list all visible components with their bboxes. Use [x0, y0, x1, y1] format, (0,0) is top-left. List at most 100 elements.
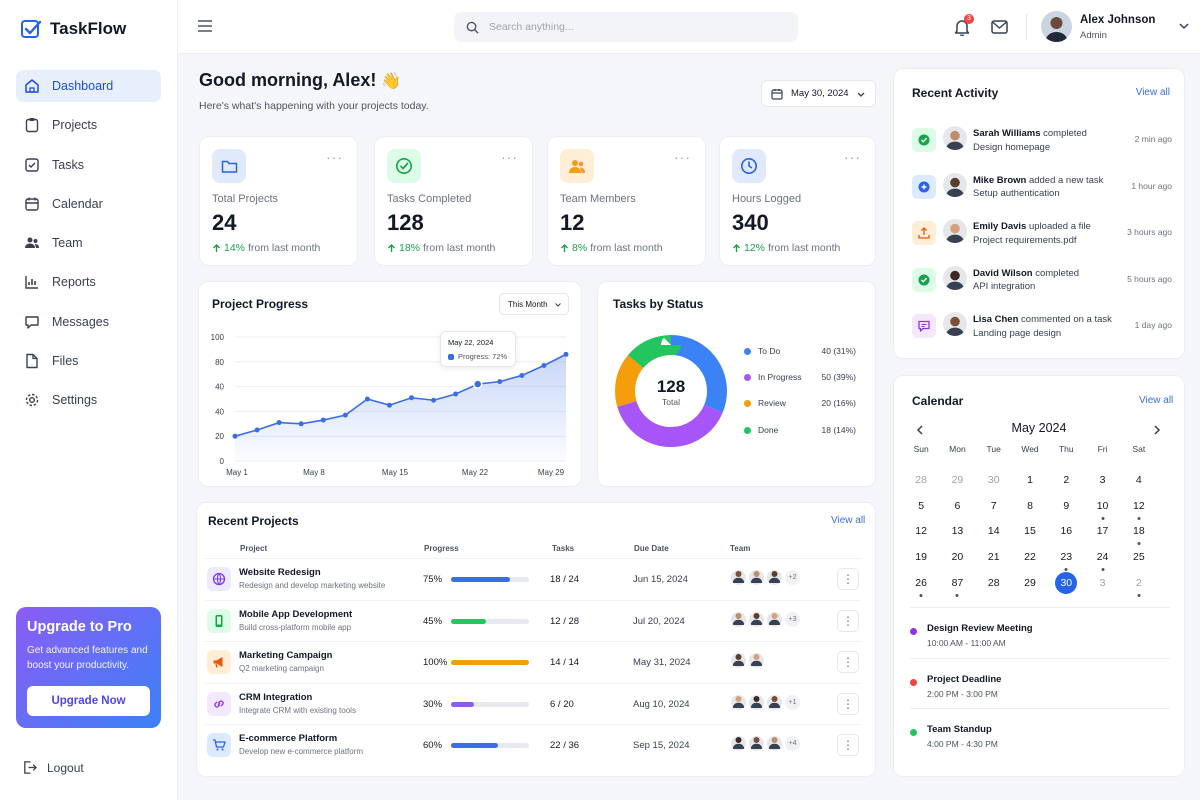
more-options-icon[interactable]: ··· — [844, 149, 861, 165]
sidebar-item-projects[interactable]: Projects — [16, 109, 161, 141]
sidebar-item-label: Calendar — [52, 196, 103, 211]
event-item[interactable]: Design Review Meeting 10:00 AM - 11:00 AM — [910, 623, 1172, 655]
event-item[interactable]: Team Standup 4:00 PM - 4:30 PM — [910, 724, 1172, 756]
search-input[interactable] — [489, 21, 769, 33]
more-options-icon[interactable]: ··· — [326, 149, 343, 165]
next-month-button[interactable] — [1153, 422, 1165, 435]
calendar-day[interactable]: 29 — [1012, 572, 1048, 594]
sidebar-item-settings[interactable]: Settings — [16, 384, 161, 416]
activity-item[interactable]: Mike Brown added a new task Setup authent… — [910, 172, 1172, 219]
calendar-day[interactable]: 12 — [903, 520, 939, 542]
period-select[interactable]: This Month — [499, 293, 569, 315]
calendar-day[interactable]: 3 — [1084, 572, 1120, 594]
calendar-day[interactable]: 2 — [1121, 572, 1157, 598]
calendar-day[interactable]: 28 — [976, 572, 1012, 594]
notifications-button[interactable]: 3 — [954, 14, 974, 37]
calendar-day[interactable]: 29 — [939, 469, 975, 491]
row-menu-button[interactable]: ⋮ — [837, 734, 859, 756]
date-picker[interactable]: May 30, 2024 — [761, 80, 876, 107]
calendar-day[interactable]: 3 — [1084, 469, 1120, 491]
checkbox-icon — [25, 157, 39, 172]
avatar — [943, 219, 967, 244]
calendar-day[interactable]: 30 — [1048, 572, 1084, 595]
card-title: Recent Activity — [912, 86, 999, 100]
calendar-day[interactable]: 13 — [939, 520, 975, 542]
calendar-day[interactable]: 4 — [1121, 469, 1157, 491]
view-all-link[interactable]: View all — [1139, 395, 1173, 406]
messages-button[interactable] — [991, 20, 1008, 39]
table-row[interactable]: Website Redesign Redesign and develop mar… — [205, 558, 861, 600]
person-icon — [768, 612, 781, 625]
table-row[interactable]: CRM Integration Integrate CRM with existi… — [205, 682, 861, 725]
sidebar-item-tasks[interactable]: Tasks — [16, 149, 161, 181]
row-menu-button[interactable]: ⋮ — [837, 609, 859, 632]
sidebar-item-files[interactable]: Files — [16, 345, 161, 377]
view-all-link[interactable]: View all — [1136, 87, 1170, 98]
top-bar: 3 Alex Johnson Admin — [178, 0, 1200, 54]
column-header-team[interactable]: Team — [730, 544, 750, 553]
calendar-day[interactable]: 19 — [903, 546, 939, 568]
activity-item[interactable]: Sarah Williams completed Design homepage 2… — [910, 126, 1172, 172]
calendar-day[interactable]: 21 — [976, 546, 1012, 568]
row-menu-button[interactable]: ⋮ — [837, 568, 859, 590]
table-row[interactable]: Marketing Campaign Q2 marketing campaign 1… — [205, 641, 861, 683]
calendar-day[interactable]: 18 — [1121, 520, 1157, 546]
sidebar-item-reports[interactable]: Reports — [16, 266, 161, 298]
comment-icon — [918, 321, 930, 333]
calendar-day[interactable]: 87 — [939, 572, 975, 598]
calendar-icon — [25, 197, 39, 211]
calendar-day[interactable]: 24 — [1084, 546, 1120, 572]
calendar-day[interactable]: 1 — [1012, 469, 1048, 491]
column-header-tasks[interactable]: Tasks — [552, 544, 574, 553]
calendar-day-number: 29 — [1024, 577, 1036, 590]
user-menu[interactable]: Alex Johnson Admin — [1041, 11, 1191, 43]
task-count: 12 / 28 — [550, 615, 580, 627]
logout-button[interactable]: Logout — [22, 760, 84, 775]
sidebar-item-messages[interactable]: Messages — [16, 306, 161, 338]
calendar-day[interactable]: 23 — [1048, 546, 1084, 572]
column-header-progress[interactable]: Progress — [424, 544, 459, 553]
calendar-day[interactable]: 25 — [1121, 546, 1157, 568]
event-item[interactable]: Project Deadline 2:00 PM - 3:00 PM — [910, 674, 1172, 706]
row-menu-button[interactable]: ⋮ — [837, 692, 859, 715]
column-header-due-date[interactable]: Due Date — [634, 544, 669, 553]
activity-item[interactable]: Lisa Chen commented on a task Landing pag… — [910, 312, 1172, 358]
menu-toggle-button[interactable] — [198, 19, 214, 33]
more-options-icon[interactable]: ··· — [501, 149, 518, 165]
calendar-day[interactable]: 22 — [1012, 546, 1048, 568]
calendar-day[interactable]: 7 — [976, 495, 1012, 517]
calendar-day[interactable]: 6 — [939, 495, 975, 517]
sidebar-item-dashboard[interactable]: Dashboard — [16, 70, 161, 102]
calendar-day[interactable]: 30 — [976, 469, 1012, 491]
sidebar-item-calendar[interactable]: Calendar — [16, 188, 161, 220]
calendar-day[interactable]: 16 — [1048, 520, 1084, 542]
activity-icon-tile — [912, 221, 936, 246]
activity-item[interactable]: Emily Davis uploaded a file Project requi… — [910, 219, 1172, 265]
prev-month-button[interactable] — [916, 422, 928, 435]
calendar-day[interactable]: 15 — [1012, 520, 1048, 542]
activity-target: Landing page design — [973, 327, 1062, 339]
avatar — [747, 609, 766, 629]
more-options-icon[interactable]: ··· — [674, 149, 691, 165]
logo[interactable]: TaskFlow — [20, 18, 126, 40]
row-menu-button[interactable]: ⋮ — [837, 651, 859, 673]
activity-item[interactable]: David Wilson completed API integration 5 h… — [910, 265, 1172, 312]
table-row[interactable]: E-commerce Platform Develop new e-commerc… — [205, 724, 861, 766]
column-header-project[interactable]: Project — [240, 544, 267, 553]
table-row[interactable]: Mobile App Development Build cross-platfo… — [205, 599, 861, 642]
calendar-day[interactable]: 14 — [976, 520, 1012, 542]
sidebar-item-team[interactable]: Team — [16, 227, 161, 259]
upgrade-now-button[interactable]: Upgrade Now — [27, 686, 150, 716]
view-all-link[interactable]: View all — [831, 515, 865, 526]
calendar-day[interactable]: 10 — [1084, 495, 1120, 520]
calendar-day[interactable]: 26 — [903, 572, 939, 598]
calendar-day[interactable]: 9 — [1048, 495, 1084, 517]
calendar-day[interactable]: 28 — [903, 469, 939, 491]
calendar-day[interactable]: 5 — [903, 495, 939, 517]
calendar-day[interactable]: 12 — [1121, 495, 1157, 520]
calendar-day[interactable]: 20 — [939, 546, 975, 568]
period-select-value: This Month — [508, 300, 548, 309]
calendar-day[interactable]: 8 — [1012, 495, 1048, 517]
calendar-day[interactable]: 17 — [1084, 520, 1120, 542]
calendar-day[interactable]: 2 — [1048, 469, 1084, 491]
